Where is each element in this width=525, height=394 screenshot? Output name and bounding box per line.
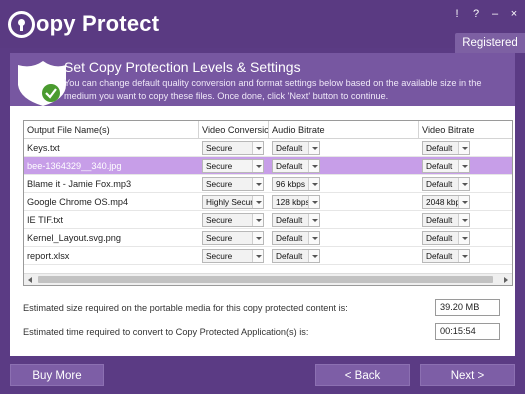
chevron-down-icon[interactable] <box>308 160 319 172</box>
file-name-cell: Keys.txt <box>27 143 60 153</box>
col-header-name[interactable]: Output File Name(s) <box>24 121 199 139</box>
horizontal-scrollbar[interactable] <box>24 273 512 285</box>
table-header: Output File Name(s) Video Conversion Aud… <box>24 121 512 139</box>
table-row[interactable]: Blame it - Jamie Fox.mp3 Secure 96 kbps Def… <box>24 175 512 193</box>
file-name-cell: report.xlsx <box>27 251 70 261</box>
audio-bitrate-select[interactable]: Default <box>272 141 320 155</box>
close-icon[interactable]: × <box>509 8 519 20</box>
back-button[interactable]: < Back <box>315 364 410 386</box>
video-conversion-select[interactable]: Secure <box>202 177 264 191</box>
table-row[interactable]: Google Chrome OS.mp4 Highly Secure 128 kbp… <box>24 193 512 211</box>
audio-bitrate-select[interactable]: Default <box>272 159 320 173</box>
table-row[interactable]: report.xlsx Secure Default Default <box>24 247 512 265</box>
audio-bitrate-select[interactable]: Default <box>272 213 320 227</box>
video-bitrate-select[interactable]: Default <box>422 159 470 173</box>
chevron-down-icon[interactable] <box>458 232 469 244</box>
video-conversion-select[interactable]: Highly Secure <box>202 195 264 209</box>
col-header-video-bitrate[interactable]: Video Bitrate <box>419 121 512 139</box>
chevron-down-icon[interactable] <box>308 214 319 226</box>
page-description: You can change default quality conversio… <box>64 78 482 101</box>
video-bitrate-select[interactable]: Default <box>422 177 470 191</box>
video-conversion-select[interactable]: Secure <box>202 141 264 155</box>
file-name-cell: IE TIF.txt <box>27 215 64 225</box>
files-table: Output File Name(s) Video Conversion Aud… <box>23 120 513 286</box>
video-bitrate-select[interactable]: Default <box>422 231 470 245</box>
chevron-down-icon[interactable] <box>252 160 263 172</box>
audio-bitrate-select[interactable]: 96 kbps <box>272 177 320 191</box>
shield-check-icon <box>18 61 66 106</box>
padlock-c-logo-icon <box>8 10 35 38</box>
scroll-left-icon[interactable] <box>24 274 36 285</box>
audio-bitrate-select[interactable]: Default <box>272 249 320 263</box>
chevron-down-icon[interactable] <box>308 196 319 208</box>
video-bitrate-select[interactable]: Default <box>422 141 470 155</box>
col-header-video-conversion[interactable]: Video Conversion <box>199 121 269 139</box>
time-estimate-field: 00:15:54 <box>435 323 500 340</box>
video-bitrate-select[interactable]: Default <box>422 249 470 263</box>
file-name-cell: Blame it - Jamie Fox.mp3 <box>27 179 132 189</box>
table-row[interactable]: bee-1364329__340.jpg Secure Default Default <box>24 157 512 175</box>
app-logo: opy Protect <box>8 10 159 38</box>
title-bar: opy Protect ! ? – × <box>0 0 525 48</box>
scroll-right-icon[interactable] <box>500 274 512 285</box>
main-panel: Set Copy Protection Levels & Settings Yo… <box>10 53 515 356</box>
file-name-cell: bee-1364329__340.jpg <box>27 161 122 171</box>
chevron-down-icon[interactable] <box>252 232 263 244</box>
file-name-cell: Kernel_Layout.svg.png <box>27 233 121 243</box>
video-conversion-select[interactable]: Secure <box>202 213 264 227</box>
registered-badge: Registered <box>455 33 525 53</box>
chevron-down-icon[interactable] <box>458 214 469 226</box>
video-conversion-select[interactable]: Secure <box>202 231 264 245</box>
scroll-thumb[interactable] <box>38 276 493 283</box>
time-estimate-label: Estimated time required to convert to Co… <box>23 327 309 337</box>
help-icon[interactable]: ? <box>471 8 481 20</box>
chevron-down-icon[interactable] <box>252 142 263 154</box>
chevron-down-icon[interactable] <box>252 196 263 208</box>
audio-bitrate-select[interactable]: 128 kbps <box>272 195 320 209</box>
next-button[interactable]: Next > <box>420 364 515 386</box>
chevron-down-icon[interactable] <box>308 232 319 244</box>
alert-icon[interactable]: ! <box>452 8 462 20</box>
chevron-down-icon[interactable] <box>252 178 263 190</box>
page-title: Set Copy Protection Levels & Settings <box>64 59 301 75</box>
chevron-down-icon[interactable] <box>458 160 469 172</box>
header-band: Set Copy Protection Levels & Settings Yo… <box>10 53 515 106</box>
window-controls: ! ? – × <box>452 8 519 20</box>
app-title: opy Protect <box>36 11 160 36</box>
video-conversion-select[interactable]: Secure <box>202 159 264 173</box>
col-header-audio-bitrate[interactable]: Audio Bitrate <box>269 121 419 139</box>
chevron-down-icon[interactable] <box>308 178 319 190</box>
size-estimate-field: 39.20 MB <box>435 299 500 316</box>
minimize-icon[interactable]: – <box>490 8 500 20</box>
table-row[interactable]: Kernel_Layout.svg.png Secure Default Defaul… <box>24 229 512 247</box>
file-name-cell: Google Chrome OS.mp4 <box>27 197 129 207</box>
chevron-down-icon[interactable] <box>252 250 263 262</box>
audio-bitrate-select[interactable]: Default <box>272 231 320 245</box>
table-row[interactable]: IE TIF.txt Secure Default Default <box>24 211 512 229</box>
video-conversion-select[interactable]: Secure <box>202 249 264 263</box>
chevron-down-icon[interactable] <box>308 250 319 262</box>
chevron-down-icon[interactable] <box>252 214 263 226</box>
chevron-down-icon[interactable] <box>458 250 469 262</box>
video-bitrate-select[interactable]: Default <box>422 213 470 227</box>
table-row[interactable]: Keys.txt Secure Default Default <box>24 139 512 157</box>
chevron-down-icon[interactable] <box>308 142 319 154</box>
size-estimate-label: Estimated size required on the portable … <box>23 303 348 313</box>
chevron-down-icon[interactable] <box>458 142 469 154</box>
buy-more-button[interactable]: Buy More <box>10 364 104 386</box>
chevron-down-icon[interactable] <box>458 196 469 208</box>
video-bitrate-select[interactable]: 2048 kbps <box>422 195 470 209</box>
chevron-down-icon[interactable] <box>458 178 469 190</box>
